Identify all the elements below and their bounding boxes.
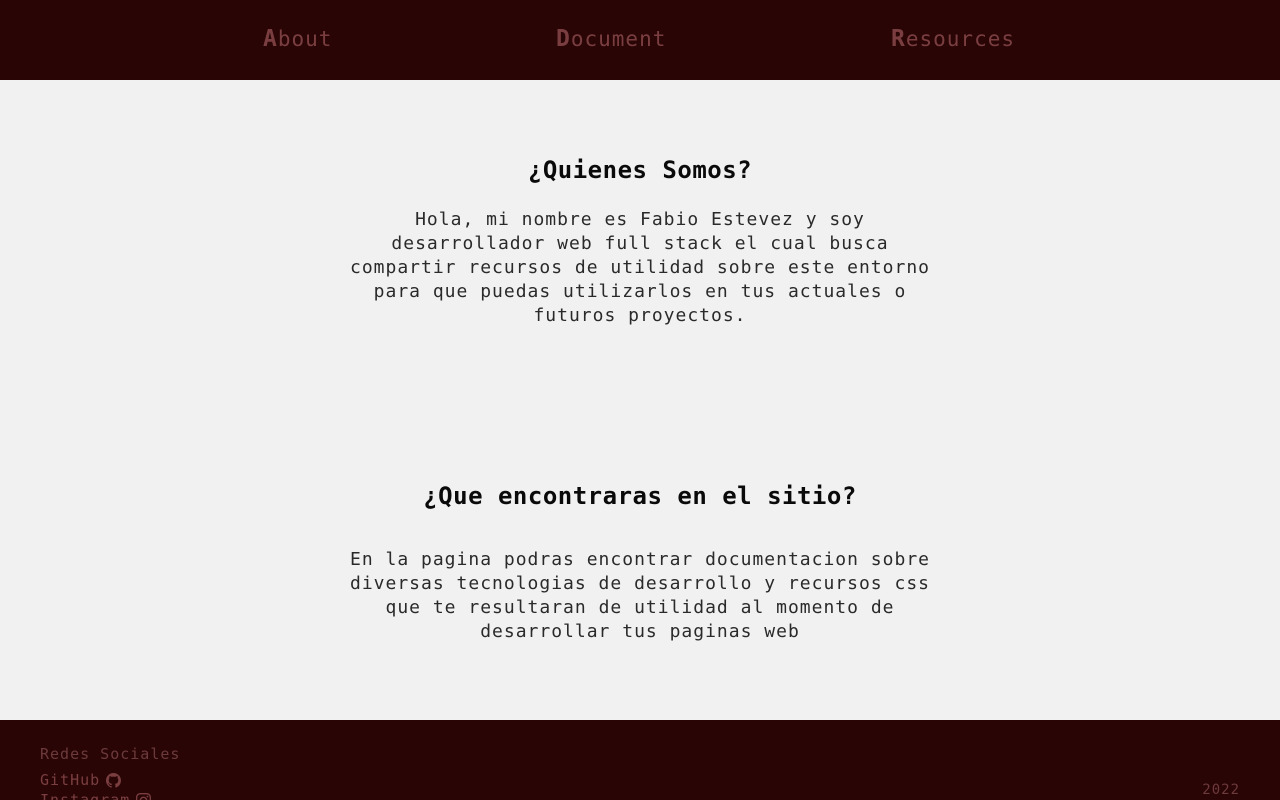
footer: Redes Sociales GitHub Instagram 2022 (0, 720, 1280, 800)
footer-title: Redes Sociales (40, 745, 181, 763)
nav-link-resources[interactable]: Resources (891, 26, 1015, 52)
about-section: ¿Quienes Somos? Hola, mi nombre es Fabio… (340, 156, 940, 328)
about-section-body: Hola, mi nombre es Fabio Estevez y soy d… (349, 209, 930, 326)
nav-document-rest: ocument (570, 27, 667, 51)
footer-year: 2022 (1202, 782, 1240, 798)
nav-document-initial: D (556, 26, 571, 52)
github-icon (106, 772, 122, 788)
site-section-title: ¿Que encontraras en el sitio? (423, 482, 857, 510)
social-link-instagram[interactable]: Instagram (40, 791, 152, 800)
top-navigation-bar: About Document Resources (0, 0, 1280, 80)
site-section-body: En la pagina podras encontrar documentac… (349, 549, 930, 642)
about-section-title: ¿Quienes Somos? (527, 156, 753, 184)
instagram-label: Instagram (40, 791, 131, 800)
nav-about-rest: bout (277, 27, 333, 51)
nav-resources-initial: R (891, 26, 906, 52)
instagram-icon (136, 792, 152, 800)
site-section: ¿Que encontraras en el sitio? En la pagi… (340, 482, 940, 644)
nav-resources-rest: esources (905, 27, 1016, 51)
social-link-github[interactable]: GitHub (40, 771, 122, 789)
github-label: GitHub (40, 771, 101, 789)
nav-link-about[interactable]: About (263, 26, 332, 52)
nav-link-document[interactable]: Document (556, 26, 666, 52)
nav-about-initial: A (263, 26, 278, 52)
